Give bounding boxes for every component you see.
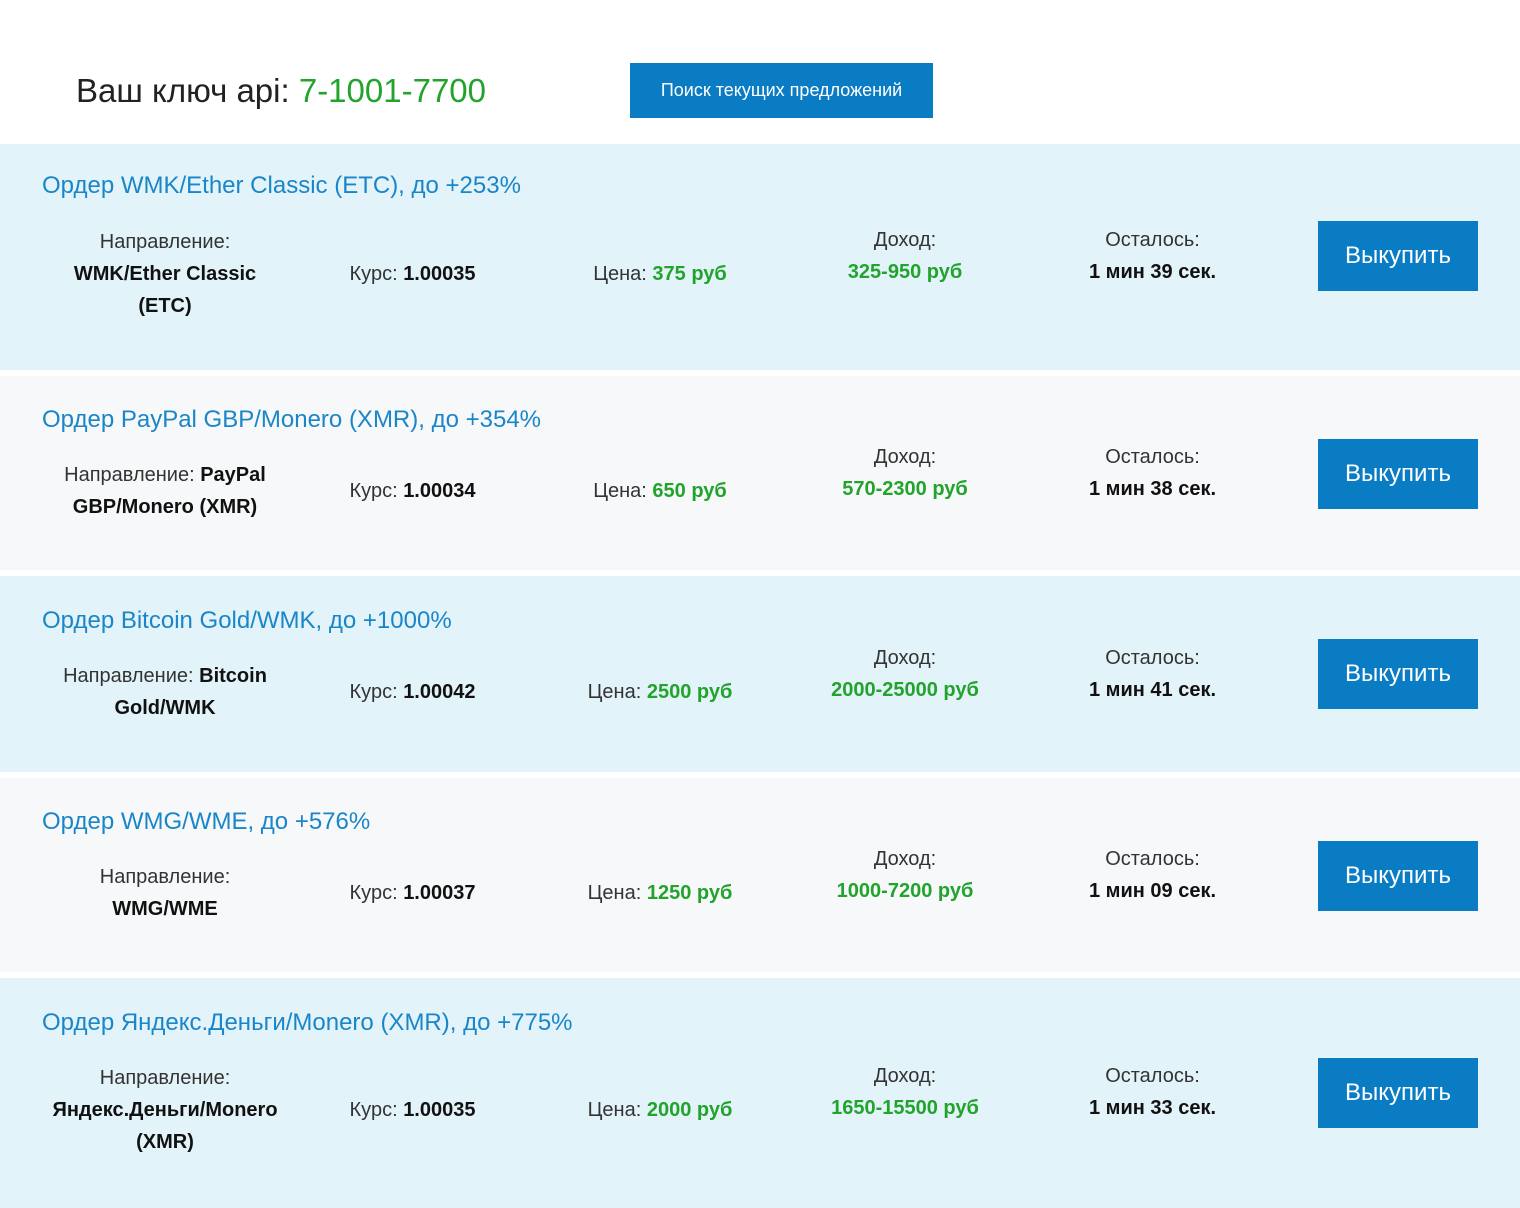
income-label: Доход: — [873, 229, 937, 251]
order-income: Доход: 1000-7200 руб — [780, 843, 1030, 907]
remaining-label: Осталось: — [1105, 647, 1200, 669]
remaining-value: 1 мин 38 сек. — [1088, 478, 1217, 500]
price-label: Цена: — [587, 882, 642, 904]
api-key-value: 7-1001-7700 — [298, 72, 486, 109]
order-price: Цена: 2000 руб — [540, 1094, 780, 1126]
api-key-label: Ваш ключ api: — [76, 72, 290, 109]
order-remaining: Осталось: 1 мин 39 сек. — [1030, 224, 1275, 288]
price-value: 375 руб — [652, 263, 727, 285]
order-title[interactable]: Ордер PayPal GBP/Monero (XMR), до +354% — [42, 406, 541, 434]
order-title[interactable]: Ордер WMG/WME, до +576% — [42, 808, 370, 836]
direction-label: Направление: — [99, 1067, 231, 1089]
remaining-label: Осталось: — [1105, 446, 1200, 468]
rate-label: Курс: — [349, 1099, 398, 1121]
order-rate: Курс: 1.00035 — [290, 258, 535, 290]
direction-value-cont: (XMR) — [136, 1131, 194, 1153]
rate-label: Курс: — [349, 681, 398, 703]
direction-value: Яндекс.Деньги/Monero — [52, 1099, 278, 1121]
order-rate: Курс: 1.00037 — [290, 877, 535, 909]
income-label: Доход: — [873, 1065, 937, 1087]
income-value: 1650-15500 руб — [831, 1097, 979, 1119]
direction-value: WMG/WME — [112, 898, 218, 920]
order-price: Цена: 2500 руб — [540, 676, 780, 708]
page-header: Ваш ключ api: 7-1001-7700 Поиск текущих … — [0, 0, 1520, 140]
order-title[interactable]: Ордер WMK/Ether Classic (ETC), до +253% — [42, 172, 521, 200]
order-direction: Направление: Bitcoin Gold/WMK — [35, 660, 295, 724]
income-value: 2000-25000 руб — [831, 679, 979, 701]
direction-value-cont: (ETC) — [138, 295, 192, 317]
direction-label: Направление: — [99, 231, 231, 253]
rate-value: 1.00035 — [403, 263, 476, 285]
direction-label: Направление: — [63, 665, 194, 687]
rate-value: 1.00037 — [403, 882, 476, 904]
price-value: 1250 руб — [646, 882, 733, 904]
buy-button[interactable]: Выкупить — [1318, 639, 1478, 709]
order-title[interactable]: Ордер Яндекс.Деньги/Monero (XMR), до +77… — [42, 1009, 573, 1037]
order-direction: Направление: Яндекс.Деньги/Monero (XMR) — [35, 1062, 295, 1158]
income-label: Доход: — [873, 446, 937, 468]
buy-button[interactable]: Выкупить — [1318, 841, 1478, 911]
direction-value: Bitcoin — [199, 665, 267, 687]
order-income: Доход: 2000-25000 руб — [780, 642, 1030, 706]
remaining-label: Осталось: — [1105, 1065, 1200, 1087]
direction-label: Направление: — [99, 866, 231, 888]
price-label: Цена: — [593, 263, 647, 285]
order-rate: Курс: 1.00035 — [290, 1094, 535, 1126]
direction-value: WMK/Ether Classic — [73, 263, 257, 285]
rate-value: 1.00034 — [403, 480, 476, 502]
price-label: Цена: — [587, 681, 642, 703]
buy-button[interactable]: Выкупить — [1318, 439, 1478, 509]
rate-label: Курс: — [349, 480, 398, 502]
order-price: Цена: 1250 руб — [540, 877, 780, 909]
remaining-value: 1 мин 33 сек. — [1088, 1097, 1217, 1119]
search-offers-button[interactable]: Поиск текущих предложений — [630, 63, 933, 118]
rate-value: 1.00035 — [403, 1099, 476, 1121]
order-direction: Направление: WMK/Ether Classic (ETC) — [35, 226, 295, 322]
order-price: Цена: 650 руб — [540, 475, 780, 507]
order-remaining: Осталось: 1 мин 09 сек. — [1030, 843, 1275, 907]
income-value: 1000-7200 руб — [836, 880, 974, 902]
buy-button[interactable]: Выкупить — [1318, 1058, 1478, 1128]
rate-value: 1.00042 — [403, 681, 476, 703]
order-card: Ордер WMK/Ether Classic (ETC), до +253% … — [0, 144, 1520, 370]
order-remaining: Осталось: 1 мин 38 сек. — [1030, 441, 1275, 505]
order-rate: Курс: 1.00042 — [290, 676, 535, 708]
buy-button[interactable]: Выкупить — [1318, 221, 1478, 291]
order-card: Ордер PayPal GBP/Monero (XMR), до +354% … — [0, 376, 1520, 570]
rate-label: Курс: — [349, 882, 398, 904]
direction-label: Направление: — [64, 464, 195, 486]
remaining-value: 1 мин 41 сек. — [1088, 679, 1217, 701]
income-value: 325-950 руб — [847, 261, 963, 283]
income-label: Доход: — [873, 647, 937, 669]
remaining-value: 1 мин 39 сек. — [1088, 261, 1217, 283]
order-card: Ордер WMG/WME, до +576% Направление: WMG… — [0, 778, 1520, 972]
price-label: Цена: — [593, 480, 647, 502]
order-income: Доход: 1650-15500 руб — [780, 1060, 1030, 1124]
api-key-display: Ваш ключ api: 7-1001-7700 — [76, 72, 486, 110]
price-label: Цена: — [587, 1099, 642, 1121]
direction-value-cont: Gold/WMK — [114, 697, 216, 719]
price-value: 650 руб — [652, 480, 727, 502]
price-value: 2000 руб — [646, 1099, 733, 1121]
order-card: Ордер Bitcoin Gold/WMK, до +1000% Направ… — [0, 576, 1520, 772]
income-value: 570-2300 руб — [842, 478, 968, 500]
order-rate: Курс: 1.00034 — [290, 475, 535, 507]
rate-label: Курс: — [349, 263, 398, 285]
order-card: Ордер Яндекс.Деньги/Monero (XMR), до +77… — [0, 978, 1520, 1208]
order-title[interactable]: Ордер Bitcoin Gold/WMK, до +1000% — [42, 607, 452, 635]
order-income: Доход: 325-950 руб — [780, 224, 1030, 288]
price-value: 2500 руб — [646, 681, 733, 703]
order-income: Доход: 570-2300 руб — [780, 441, 1030, 505]
remaining-value: 1 мин 09 сек. — [1088, 880, 1217, 902]
direction-value: PayPal — [200, 464, 266, 486]
order-direction: Направление: WMG/WME — [35, 861, 295, 925]
remaining-label: Осталось: — [1105, 229, 1200, 251]
order-remaining: Осталось: 1 мин 41 сек. — [1030, 642, 1275, 706]
remaining-label: Осталось: — [1105, 848, 1200, 870]
order-direction: Направление: PayPal GBP/Monero (XMR) — [35, 459, 295, 523]
order-price: Цена: 375 руб — [540, 258, 780, 290]
direction-value-cont: GBP/Monero (XMR) — [72, 496, 258, 518]
income-label: Доход: — [873, 848, 937, 870]
order-remaining: Осталось: 1 мин 33 сек. — [1030, 1060, 1275, 1124]
